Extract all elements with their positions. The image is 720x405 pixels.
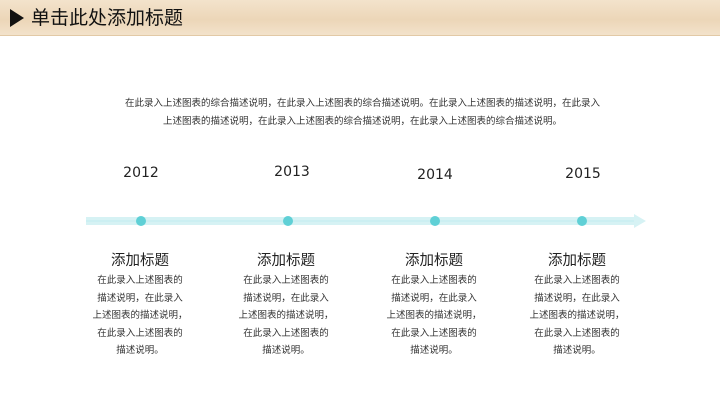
desc-line: 在此录入上述图表的 [534,327,620,339]
desc-line: 上述图表的描述说明， [386,310,482,321]
intro-line: 上述图表的描述说明，在此录入上述图表的综合描述说明，在此录入上述图表的综合描述说… [162,116,562,127]
desc-line: 描述说明。 [553,345,601,356]
timeline-node-2013 [283,216,293,226]
desc-line: 描述说明。 [262,345,310,356]
item-title[interactable]: 添加标题 [374,249,494,270]
intro-text[interactable]: 在此录入上述图表的综合描述说明，在此录入上述图表的综合描述说明。在此录入上述图表… [80,95,645,131]
item-title[interactable]: 添加标题 [226,249,346,270]
desc-line: 在此录入上述图表的 [243,275,329,286]
desc-line: 在此录入上述图表的 [391,327,477,339]
year-label-2012: 2012 [123,165,159,181]
desc-line: 描述说明，在此录入 [243,292,329,304]
desc-line: 描述说明，在此录入 [97,292,183,304]
desc-line: 在此录入上述图表的 [97,275,183,286]
timeline-arrow [86,214,646,228]
timeline-node-2012 [136,216,146,226]
year-label-2015: 2015 [565,166,601,182]
page-title[interactable]: 单击此处添加标题 [31,6,183,30]
timeline-node-2015 [577,216,587,226]
desc-line: 在此录入上述图表的 [97,327,183,339]
year-label-2014: 2014 [417,167,453,183]
item-description[interactable]: 在此录入上述图表的 描述说明，在此录入 上述图表的描述说明， 在此录入上述图表的… [226,272,346,360]
item-title[interactable]: 添加标题 [80,249,200,270]
title-bar: 单击此处添加标题 [0,0,720,36]
desc-line: 上述图表的描述说明， [238,310,334,321]
timeline-node-2014 [430,216,440,226]
year-label-2013: 2013 [274,164,310,180]
intro-line: 在此录入上述图表的综合描述说明，在此录入上述图表的综合描述说明。在此录入上述图表… [124,98,600,109]
item-description[interactable]: 在此录入上述图表的 描述说明，在此录入 上述图表的描述说明， 在此录入上述图表的… [517,272,637,360]
play-triangle-icon [10,9,24,27]
desc-line: 上述图表的描述说明， [92,310,188,321]
desc-line: 描述说明。 [116,345,164,356]
desc-line: 描述说明，在此录入 [534,292,620,304]
desc-line: 上述图表的描述说明， [529,310,625,321]
item-description[interactable]: 在此录入上述图表的 描述说明，在此录入 上述图表的描述说明， 在此录入上述图表的… [80,272,200,360]
desc-line: 在此录入上述图表的 [243,327,329,339]
item-description[interactable]: 在此录入上述图表的 描述说明，在此录入 上述图表的描述说明， 在此录入上述图表的… [374,272,494,360]
desc-line: 在此录入上述图表的 [391,275,477,286]
desc-line: 在此录入上述图表的 [534,275,620,286]
desc-line: 描述说明，在此录入 [391,292,477,304]
desc-line: 描述说明。 [410,345,458,356]
item-title[interactable]: 添加标题 [517,249,637,270]
